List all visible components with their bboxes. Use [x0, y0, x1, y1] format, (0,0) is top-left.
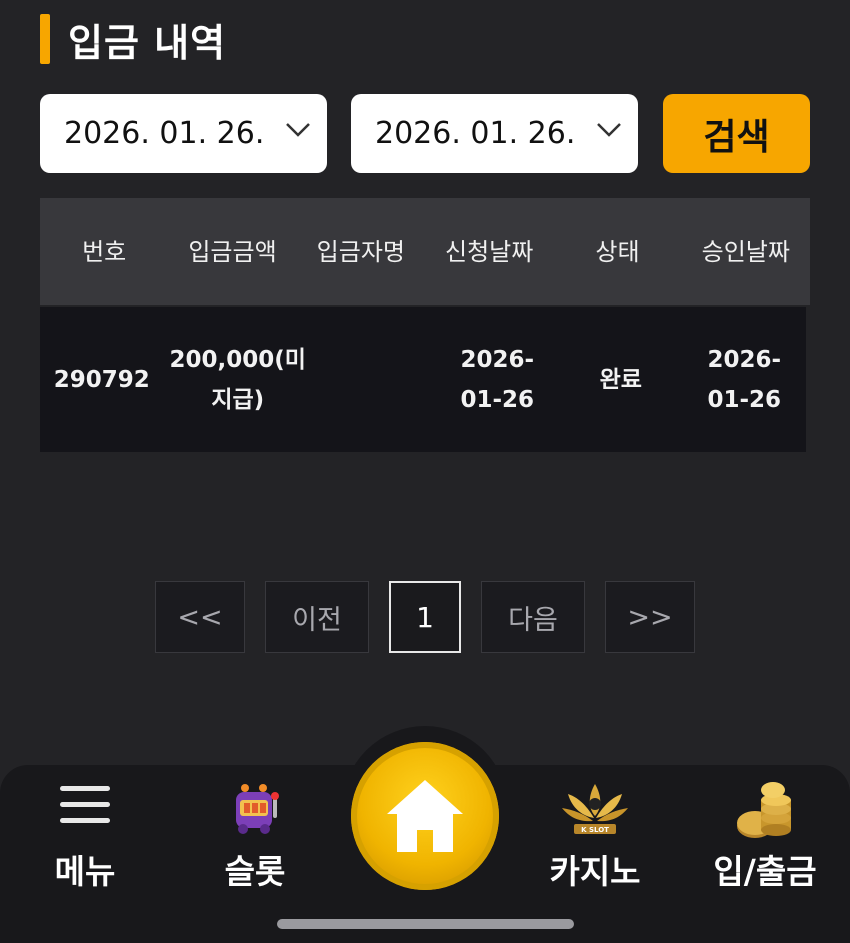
column-header-amount: 입금금액 [188, 237, 277, 266]
gold-coins-icon [737, 782, 791, 838]
next-page-button[interactable]: 다음 [481, 581, 585, 653]
cell-no: 290792 [53, 366, 150, 393]
first-page-button[interactable]: << [155, 581, 245, 653]
search-button[interactable]: 검색 [663, 94, 810, 173]
nav-deposit-withdraw[interactable]: 입/출금 [680, 765, 850, 943]
column-header-no: 번호 [82, 237, 127, 266]
page-title: 입금 내역 [68, 21, 227, 65]
home-indicator[interactable] [277, 919, 574, 929]
nav-slot-label: 슬롯 [224, 852, 286, 891]
nav-menu-label: 메뉴 [54, 852, 116, 891]
table-header: 번호 입금금액 입금자명 신청날짜 상태 승인날짜 [40, 198, 810, 305]
hamburger-menu-icon [60, 786, 110, 823]
column-header-request-date: 신청날짜 [444, 237, 534, 266]
start-date-value: 2026. 01. 26. [64, 116, 265, 151]
start-date-select[interactable]: 2026. 01. 26. [40, 94, 327, 173]
chevron-down-icon [286, 123, 310, 137]
nav-deposit-withdraw-label: 입/출금 [713, 852, 817, 891]
cell-approve-date: 2026-01-26 [707, 346, 782, 413]
cell-depositor [312, 307, 436, 452]
cell-request-date: 2026-01-26 [460, 346, 534, 413]
casino-logo-icon: K SLOT [562, 784, 628, 834]
cell-status: 완료 [599, 366, 642, 393]
home-icon [387, 780, 463, 852]
column-header-status: 상태 [595, 237, 640, 266]
current-page-button[interactable]: 1 [389, 581, 461, 653]
table-row: 290792 200,000(미지급) 2026-01-26 완료 2026-0… [40, 307, 806, 452]
cell-amount: 200,000(미지급) [169, 346, 306, 413]
nav-menu[interactable]: 메뉴 [0, 765, 170, 943]
end-date-value: 2026. 01. 26. [375, 116, 576, 151]
nav-casino[interactable]: K SLOT 카지노 [510, 765, 680, 943]
title-accent-bar [40, 14, 50, 64]
casino-logo-text: K SLOT [581, 826, 609, 834]
slot-machine-icon [236, 784, 279, 834]
prev-page-button[interactable]: 이전 [265, 581, 369, 653]
last-page-button[interactable]: >> [605, 581, 695, 653]
column-header-depositor: 입금자명 [316, 237, 405, 266]
chevron-down-icon [597, 123, 621, 137]
column-header-approve-date: 승인날짜 [701, 237, 790, 266]
end-date-select[interactable]: 2026. 01. 26. [351, 94, 638, 173]
nav-casino-label: 카지노 [549, 852, 641, 891]
nav-slot[interactable]: 슬롯 [170, 765, 340, 943]
home-button[interactable] [351, 742, 499, 890]
